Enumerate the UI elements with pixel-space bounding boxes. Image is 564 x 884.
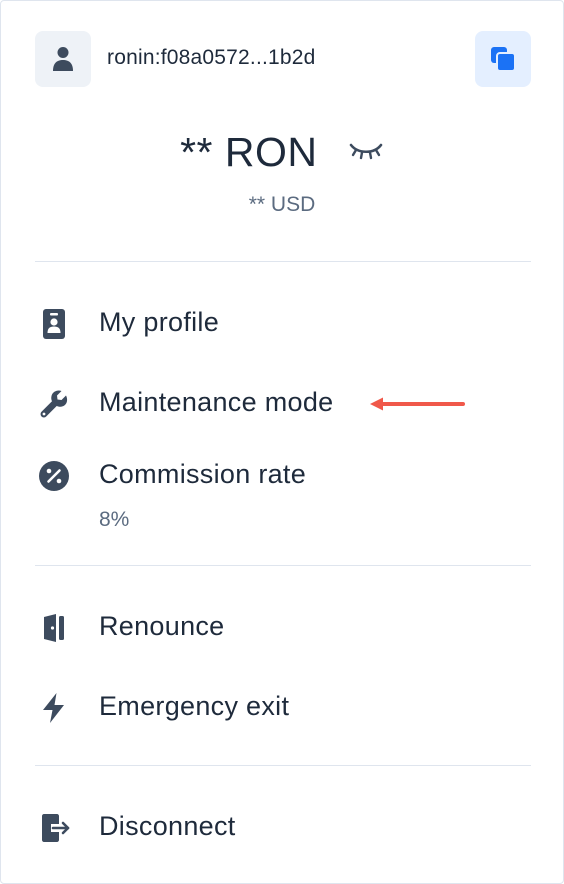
balance-row: ** RON xyxy=(1,129,563,176)
usd-balance: ** USD xyxy=(248,193,316,216)
annotation-arrow xyxy=(370,397,465,411)
menu-item-label: Emergency exit xyxy=(99,691,290,721)
wallet-address-row: ronin:f08a0572...1b2d xyxy=(35,31,531,87)
wrench-icon xyxy=(40,390,68,418)
wallet-dropdown-panel: ronin:f08a0572...1b2d ** RON ** USD My p… xyxy=(0,0,564,884)
eye-closed-icon xyxy=(349,143,383,159)
door-icon xyxy=(44,614,64,642)
lightning-icon xyxy=(43,693,64,723)
toggle-balance-visibility-button[interactable] xyxy=(348,139,384,163)
user-icon xyxy=(53,47,73,71)
menu-item-label: My profile xyxy=(99,307,220,337)
menu-item-disconnect[interactable]: Disconnect xyxy=(35,803,531,851)
ron-balance: ** RON xyxy=(180,129,318,175)
profile-card-icon xyxy=(43,309,65,339)
divider xyxy=(35,261,531,262)
menu-item-label: Disconnect xyxy=(99,811,236,841)
menu-item-my-profile[interactable]: My profile xyxy=(35,299,531,347)
avatar xyxy=(35,31,91,87)
menu-item-label: Maintenance mode xyxy=(99,387,334,417)
percent-icon xyxy=(39,461,69,491)
menu-item-label: Renounce xyxy=(99,611,225,641)
menu-item-emergency-exit[interactable]: Emergency exit xyxy=(35,683,531,731)
copy-icon xyxy=(491,47,516,72)
wallet-address: ronin:f08a0572...1b2d xyxy=(107,46,316,69)
menu-item-commission-rate[interactable]: Commission rate xyxy=(35,451,531,499)
logout-icon xyxy=(42,814,70,842)
commission-rate-value: 8% xyxy=(99,508,130,531)
menu-item-label: Commission rate xyxy=(99,459,307,489)
copy-address-button[interactable] xyxy=(475,31,531,87)
menu-item-renounce[interactable]: Renounce xyxy=(35,603,531,651)
divider xyxy=(35,565,531,566)
divider xyxy=(35,765,531,766)
